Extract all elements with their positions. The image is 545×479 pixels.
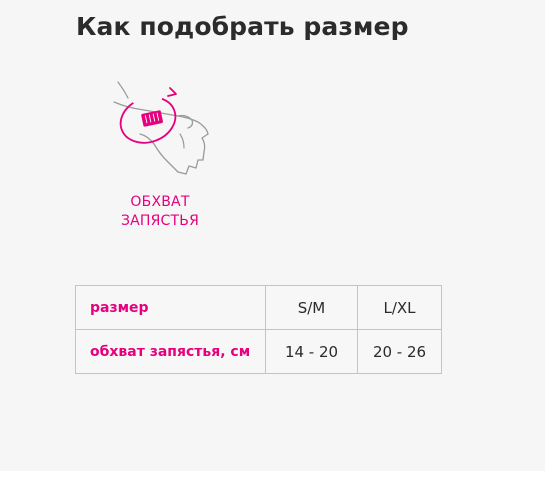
cell-size-sm: S/M	[265, 285, 358, 330]
caption-line-1: ОБХВАТ	[130, 194, 190, 210]
cell-girth-lxl: 20 - 26	[357, 329, 442, 374]
wrist-measure-icon	[104, 74, 216, 180]
table-row: размер S/M L/XL	[75, 285, 442, 330]
cell-size-lxl: L/XL	[357, 285, 442, 330]
wrist-girth-caption: ОБХВАТ ЗАПЯСТЬЯ	[100, 193, 220, 231]
table-row: обхват запястья, см 14 - 20 20 - 26	[75, 329, 442, 374]
size-guide-panel: Как подобрать размер ОБХВАТ ЗАПЯСТЬЯ раз…	[0, 0, 545, 471]
page-title: Как подобрать размер	[76, 12, 409, 41]
caption-line-2: ЗАПЯСТЬЯ	[120, 213, 200, 229]
row-label-wrist-girth: обхват запястья, см	[75, 329, 266, 374]
size-table: размер S/M L/XL обхват запястья, см 14 -…	[75, 285, 442, 374]
row-label-size: размер	[75, 285, 266, 330]
cell-girth-sm: 14 - 20	[265, 329, 358, 374]
